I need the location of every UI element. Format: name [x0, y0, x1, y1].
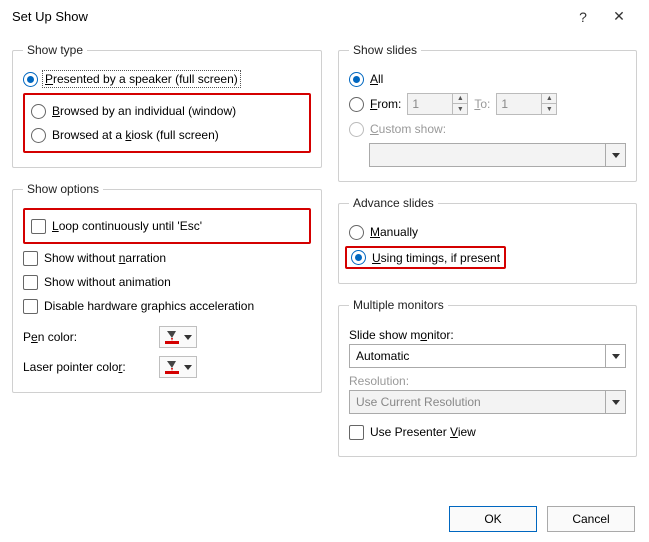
- chevron-down-icon: [605, 391, 625, 413]
- highlight-box-loop: Loop continuously until 'Esc': [23, 208, 311, 244]
- input-to[interactable]: [497, 94, 541, 114]
- chevron-down-icon: [184, 365, 192, 370]
- chevron-down-icon: [605, 144, 625, 166]
- checkbox-presenter-view[interactable]: [349, 425, 364, 440]
- label-from[interactable]: From:: [370, 97, 401, 111]
- label-pen-color: Pen color:: [23, 330, 153, 344]
- help-button[interactable]: ?: [565, 9, 601, 25]
- label-presented-speaker[interactable]: Presented by a speaker (full screen): [44, 72, 239, 86]
- label-all-slides[interactable]: All: [370, 72, 383, 86]
- checkbox-no-animation[interactable]: [23, 275, 38, 290]
- label-no-animation[interactable]: Show without animation: [44, 275, 171, 289]
- radio-browsed-window[interactable]: [31, 104, 46, 119]
- radio-manually[interactable]: [349, 225, 364, 240]
- radio-custom-show: [349, 122, 364, 137]
- spin-down-icon[interactable]: ▼: [542, 104, 556, 114]
- dropdown-resolution: [349, 390, 626, 414]
- radio-browsed-kiosk[interactable]: [31, 128, 46, 143]
- label-browsed-window[interactable]: Browsed by an individual (window): [52, 104, 236, 118]
- legend-show-slides: Show slides: [349, 43, 421, 57]
- laser-color-picker[interactable]: [159, 356, 197, 378]
- dropdown-custom-show: [369, 143, 626, 167]
- radio-all-slides[interactable]: [349, 72, 364, 87]
- label-custom-show: Custom show:: [370, 122, 446, 136]
- chevron-down-icon: [184, 335, 192, 340]
- checkbox-loop[interactable]: [31, 219, 46, 234]
- dropdown-monitor[interactable]: [349, 344, 626, 368]
- label-no-narration[interactable]: Show without narration: [44, 251, 166, 265]
- label-presenter-view[interactable]: Use Presenter View: [370, 425, 476, 439]
- ok-button[interactable]: OK: [449, 506, 537, 532]
- cancel-button[interactable]: Cancel: [547, 506, 635, 532]
- label-resolution: Resolution:: [349, 374, 626, 388]
- input-resolution: [350, 395, 605, 409]
- spin-up-icon[interactable]: ▲: [453, 94, 467, 104]
- checkbox-no-narration[interactable]: [23, 251, 38, 266]
- radio-from-to[interactable]: [349, 97, 364, 112]
- highlight-box-browsed-options: Browsed by an individual (window) Browse…: [23, 93, 311, 153]
- input-custom-show: [370, 148, 605, 162]
- label-to: To:: [474, 97, 490, 111]
- group-show-slides: Show slides All From: ▲▼ To: ▲▼: [338, 43, 637, 182]
- legend-show-type: Show type: [23, 43, 87, 57]
- group-show-type: Show type Presented by a speaker (full s…: [12, 43, 322, 168]
- spin-down-icon[interactable]: ▼: [453, 104, 467, 114]
- close-button[interactable]: ✕: [601, 8, 637, 25]
- checkbox-no-hwaccel[interactable]: [23, 299, 38, 314]
- input-from[interactable]: [408, 94, 452, 114]
- chevron-down-icon[interactable]: [605, 345, 625, 367]
- group-multiple-monitors: Multiple monitors Slide show monitor: Re…: [338, 298, 637, 457]
- spin-up-icon[interactable]: ▲: [542, 94, 556, 104]
- input-monitor[interactable]: [350, 349, 605, 363]
- spinner-to[interactable]: ▲▼: [496, 93, 557, 115]
- label-manually[interactable]: Manually: [370, 225, 418, 239]
- label-browsed-kiosk[interactable]: Browsed at a kiosk (full screen): [52, 128, 219, 142]
- group-advance-slides: Advance slides Manually Using timings, i…: [338, 196, 637, 284]
- legend-advance-slides: Advance slides: [349, 196, 438, 210]
- highlight-box-timings: Using timings, if present: [345, 246, 506, 269]
- pen-color-icon: [164, 330, 180, 344]
- pen-color-picker[interactable]: [159, 326, 197, 348]
- window-title: Set Up Show: [12, 9, 565, 24]
- label-laser-color: Laser pointer color:: [23, 360, 153, 374]
- radio-timings[interactable]: [351, 250, 366, 265]
- label-loop[interactable]: Loop continuously until 'Esc': [52, 219, 202, 233]
- spinner-from[interactable]: ▲▼: [407, 93, 468, 115]
- legend-show-options: Show options: [23, 182, 103, 196]
- radio-presented-speaker[interactable]: [23, 72, 38, 87]
- legend-multiple-monitors: Multiple monitors: [349, 298, 448, 312]
- laser-color-icon: [164, 360, 180, 374]
- group-show-options: Show options Loop continuously until 'Es…: [12, 182, 322, 393]
- label-timings[interactable]: Using timings, if present: [372, 251, 500, 265]
- titlebar: Set Up Show ? ✕: [0, 0, 649, 29]
- label-no-hwaccel[interactable]: Disable hardware graphics acceleration: [44, 299, 254, 313]
- label-slide-show-monitor: Slide show monitor:: [349, 328, 626, 342]
